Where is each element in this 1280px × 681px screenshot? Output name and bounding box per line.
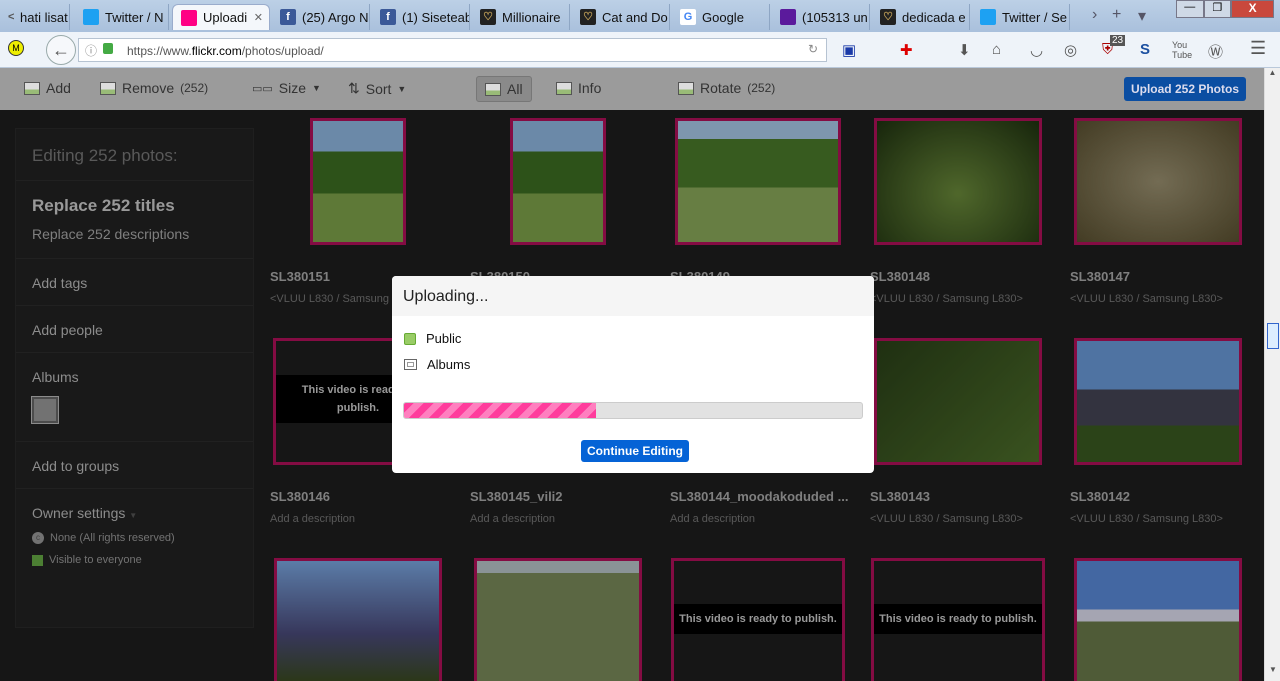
browser-tab[interactable]: (105313 un — [772, 4, 870, 30]
scrollbar[interactable]: ▲ ▼ — [1264, 68, 1280, 681]
info-icon[interactable]: ⓘ — [85, 42, 97, 59]
menu-icon[interactable]: ☰ — [1250, 38, 1266, 59]
facebook-icon: f — [380, 9, 396, 25]
info-photo-icon — [556, 81, 572, 95]
tab-label: (1) Siseteab — [402, 9, 470, 25]
scroll-tabs-right-icon[interactable]: › — [1092, 6, 1097, 24]
first-aid-icon[interactable]: ✚ — [900, 41, 913, 59]
upload-progress-fill — [404, 403, 597, 418]
browser-tab[interactable]: ♡ dedicada e — [872, 4, 970, 30]
uploading-dialog: Uploading... Public Albums Continue Edit… — [392, 276, 874, 473]
tab-label: Millionaire — [502, 9, 561, 25]
tab-label: (25) Argo N — [302, 9, 369, 25]
tab-label: Twitter / N — [105, 9, 164, 25]
upload-photos-button[interactable]: Upload 252 Photos — [1123, 77, 1246, 101]
all-icon — [485, 82, 501, 96]
all-label: All — [507, 81, 523, 97]
download-icon[interactable]: ⬇ — [958, 41, 971, 59]
rotate-button[interactable]: Rotate (252) — [678, 80, 775, 96]
maximize-button[interactable]: ❐ — [1203, 0, 1232, 18]
twitter-icon — [980, 9, 996, 25]
heart-icon: ♡ — [480, 9, 496, 25]
remove-button[interactable]: Remove (252) — [100, 80, 208, 96]
browser-tab[interactable]: Uploadi ✕ — [172, 4, 270, 30]
privacy-label: Public — [426, 331, 462, 346]
facebook-icon: f — [280, 9, 296, 25]
tab-label: dedicada e — [902, 9, 966, 25]
w-extension-icon[interactable]: Ⓦ — [1208, 41, 1223, 62]
remove-photo-icon — [100, 81, 116, 95]
scrollbar-thumb[interactable] — [1267, 323, 1279, 349]
sort-icon: ⇅ — [348, 80, 360, 96]
reload-icon[interactable]: ↻ — [808, 42, 818, 56]
remove-label: Remove — [122, 80, 175, 96]
close-tab-icon[interactable]: ✕ — [254, 11, 263, 24]
add-photo-icon — [24, 81, 40, 95]
browser-tab[interactable]: f (1) Siseteab — [372, 4, 470, 30]
album-icon — [404, 359, 417, 370]
rotate-label: Rotate — [700, 80, 742, 96]
browser-tab[interactable]: ♡ Cat and Do — [572, 4, 670, 30]
browser-tab[interactable]: Twitter / N — [75, 4, 169, 30]
public-icon — [404, 332, 416, 345]
save-icon[interactable]: ▣ — [842, 41, 856, 59]
lock-icon — [103, 43, 113, 54]
size-icon: ▭▭ — [252, 82, 273, 95]
tab-label: (105313 un — [802, 9, 868, 25]
pocket-icon[interactable]: ◡ — [1030, 41, 1043, 59]
upload-progress-bar — [403, 402, 863, 419]
back-button[interactable]: ← — [46, 35, 76, 65]
browser-tab[interactable]: < hati lisat — [0, 4, 70, 30]
scroll-left-icon: < — [8, 11, 15, 23]
flickr-icon — [181, 9, 197, 26]
tab-label: Cat and Do — [602, 9, 668, 25]
sort-button[interactable]: ⇅ Sort ▼ — [348, 80, 406, 97]
url-domain: flickr.com — [191, 44, 242, 58]
remove-count: (252) — [180, 81, 209, 95]
size-button[interactable]: ▭▭ Size ▼ — [252, 80, 321, 96]
url-prefix: https://www. — [127, 44, 192, 58]
home-icon[interactable]: ⌂ — [992, 41, 1001, 58]
albums-label: Albums — [427, 357, 471, 372]
add-label: Add — [46, 80, 71, 96]
upload-toolbar: Add Remove (252) ▭▭ Size ▼ ⇅ Sort ▼ All Info … — [0, 68, 1264, 110]
browser-tab[interactable]: Twitter / Se — [972, 4, 1070, 30]
heart-icon: ♡ — [580, 9, 596, 25]
sort-label: Sort — [365, 80, 392, 97]
tab-label: hati lisat — [20, 9, 68, 25]
extension-m-icon[interactable]: M — [8, 40, 24, 56]
tab-label: Uploadi — [203, 10, 248, 25]
tab-label: Twitter / Se — [1002, 9, 1068, 25]
info-label: Info — [578, 80, 602, 96]
rotate-icon — [678, 81, 694, 95]
rotate-count: (252) — [747, 81, 776, 95]
heart-icon: ♡ — [880, 9, 896, 25]
twitter-icon — [83, 9, 99, 25]
tab-label: Google — [702, 9, 744, 25]
info-button[interactable]: Info — [556, 80, 601, 96]
url-input[interactable]: ⓘ https://www.flickr.com/photos/upload/ … — [78, 38, 827, 62]
browser-tab[interactable]: G Google — [672, 4, 770, 30]
link-icon[interactable]: ◎ — [1064, 41, 1077, 59]
tab-strip: < hati lisat Twitter / N Uploadi ✕ f (25) Argo… — [0, 0, 1280, 32]
browser-tab[interactable]: ♡ Millionaire — [472, 4, 570, 30]
youtube-icon[interactable]: You Tube — [1172, 40, 1192, 60]
ublock-badge: 23 — [1110, 35, 1126, 46]
window-controls: — ❐ X — [1176, 0, 1275, 18]
url-path: /photos/upload/ — [241, 44, 324, 58]
minimize-button[interactable]: — — [1176, 0, 1204, 18]
add-button[interactable]: Add — [24, 80, 71, 96]
browser-tab[interactable]: f (25) Argo N — [272, 4, 370, 30]
s-extension-icon[interactable]: S — [1140, 41, 1150, 58]
tab-list-icon[interactable]: ▾ — [1138, 6, 1146, 26]
mail-icon — [780, 9, 796, 25]
close-window-button[interactable]: X — [1231, 0, 1275, 18]
all-button[interactable]: All — [476, 76, 532, 102]
new-tab-icon[interactable]: + — [1112, 6, 1121, 24]
size-label: Size — [278, 80, 307, 96]
navigation-bar: M ← ⓘ https://www.flickr.com/photos/uplo… — [0, 32, 1280, 68]
continue-editing-button[interactable]: Continue Editing — [581, 440, 689, 462]
dialog-title: Uploading... — [392, 276, 874, 316]
google-icon: G — [680, 9, 696, 25]
